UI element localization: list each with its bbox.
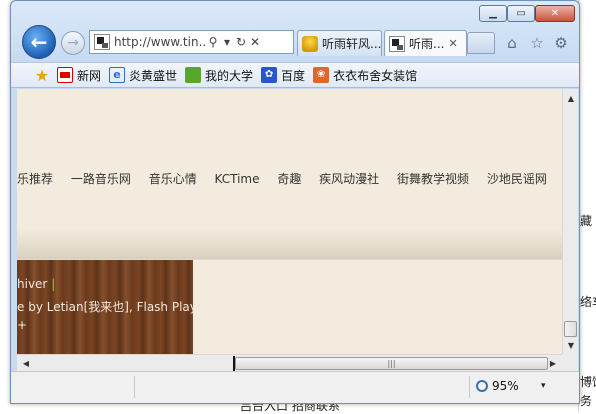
favorites-item[interactable]: 我的大学	[185, 67, 253, 84]
tab-2-active[interactable]: 听雨... ✕	[384, 30, 467, 56]
page-viewport: 乐推荐 一路音乐网 音乐心情 KCTime 奇趣 疾风动漫社 街舞教学视频 沙地…	[17, 89, 562, 354]
maximize-button[interactable]: ▭	[507, 5, 535, 22]
scroll-down-arrow-icon[interactable]: ▼	[564, 337, 578, 353]
new-tab-button[interactable]	[467, 32, 495, 54]
wood-panel: hiver | e by Letian[我来也], Flash Player +	[17, 260, 209, 354]
tools-gear-icon[interactable]: ⚙	[552, 34, 570, 52]
background-text: 藏	[580, 214, 593, 228]
forward-arrow-icon: →	[67, 35, 79, 51]
baidu-icon: ✿	[261, 67, 278, 83]
header-band	[17, 229, 562, 260]
favorites-item[interactable]: ✿ 百度	[261, 67, 305, 84]
favorites-bar: ★ 新网 e 炎黄盛世 我的大学 ✿ 百度 ❀ 衣衣布舍女装馆	[11, 62, 579, 88]
site-favicon-icon	[94, 34, 110, 50]
favorites-star-icon[interactable]: ☆	[528, 34, 546, 52]
nav-link[interactable]: 一路音乐网	[71, 172, 131, 186]
scroll-up-arrow-icon[interactable]: ▲	[564, 90, 578, 106]
nav-link[interactable]: 音乐心情	[149, 172, 197, 186]
back-button[interactable]: ←	[22, 25, 56, 59]
search-icon[interactable]: ⚲	[206, 35, 220, 49]
favorites-item-label: 新网	[77, 68, 102, 83]
zoom-magnifier-icon	[476, 380, 488, 392]
sina-icon	[57, 67, 73, 83]
scroll-right-arrow-icon[interactable]: ▶	[545, 356, 561, 371]
favorites-item[interactable]: 新网	[57, 67, 101, 84]
forward-button[interactable]: →	[61, 31, 85, 55]
wood-text-line: +	[17, 318, 28, 332]
nav-link[interactable]: 疾风动漫社	[319, 172, 379, 186]
shop-icon: ❀	[313, 67, 330, 83]
wood-text-line: hiver |	[17, 277, 55, 291]
address-dropdown-icon[interactable]: ▾	[220, 35, 234, 49]
background-text: 务	[580, 394, 593, 408]
background-right-strip	[578, 0, 596, 411]
tab-title: 听雨轩风...	[322, 37, 382, 51]
archive-link[interactable]: hiver	[17, 277, 47, 291]
status-divider	[134, 376, 135, 398]
address-bar[interactable]: http://www.tin... ⚲ ▾ ↻ ✕	[89, 30, 294, 54]
scroll-left-arrow-icon[interactable]: ◀	[18, 356, 34, 371]
close-window-button[interactable]: ✕	[535, 5, 575, 22]
background-text: 博饼	[580, 375, 596, 389]
vertical-scroll-thumb[interactable]	[564, 321, 577, 337]
zoom-control[interactable]: 95%	[476, 379, 519, 393]
site-nav-links: 乐推荐 一路音乐网 音乐心情 KCTime 奇趣 疾风动漫社 街舞教学视频 沙地…	[17, 170, 561, 187]
background-text: 络车	[580, 295, 596, 309]
favorites-item[interactable]: e 炎黄盛世	[109, 67, 177, 84]
nav-link[interactable]: KCTime	[215, 172, 260, 186]
refresh-icon[interactable]: ↻	[234, 35, 248, 49]
back-arrow-icon: ←	[30, 30, 48, 54]
address-url[interactable]: http://www.tin...	[114, 35, 206, 49]
nav-link[interactable]: 街舞教学视频	[397, 172, 469, 186]
nav-link[interactable]: 奇趣	[277, 172, 301, 186]
horizontal-scrollbar[interactable]: ◀ ||| ▶	[17, 354, 562, 371]
site-favicon-icon	[389, 35, 405, 52]
status-divider	[469, 376, 470, 398]
credit-text: e by Letian[我来也], Flash Player	[17, 300, 210, 314]
tab-1[interactable]: 听雨轩风...	[297, 30, 382, 56]
chat-icon	[185, 67, 202, 83]
zoom-dropdown-icon[interactable]: ▾	[541, 381, 546, 391]
browser-window: ▁ ▭ ✕ ← → http://www.tin... ⚲ ▾ ↻ ✕ 听雨轩风…	[10, 0, 580, 404]
scrollbar-corner	[562, 354, 578, 371]
favorites-item-label: 炎黄盛世	[129, 68, 178, 83]
stop-icon[interactable]: ✕	[248, 35, 262, 49]
home-icon[interactable]: ⌂	[503, 34, 521, 52]
trophy-icon	[302, 35, 318, 52]
zoom-level: 95%	[492, 379, 519, 393]
add-favorites-star-icon[interactable]: ★	[33, 66, 51, 85]
close-tab-icon[interactable]: ✕	[448, 37, 457, 50]
favorites-item-label: 百度	[281, 68, 306, 83]
minimize-button[interactable]: ▁	[479, 5, 507, 22]
favorites-item-label: 衣衣布舍女装馆	[333, 68, 418, 83]
status-bar: 95% ▾	[11, 371, 579, 403]
nav-link[interactable]: 沙地民谣网	[487, 172, 547, 186]
ie-icon: e	[109, 67, 126, 83]
nav-link[interactable]: 乐推荐	[17, 172, 53, 186]
separator: |	[51, 277, 56, 291]
favorites-item[interactable]: ❀ 衣衣布舍女装馆	[313, 67, 417, 84]
vertical-scrollbar[interactable]: ▲ ▼	[562, 89, 578, 354]
tab-title: 听雨...	[409, 37, 445, 51]
favorites-item-label: 我的大学	[205, 68, 254, 83]
horizontal-scroll-thumb[interactable]: |||	[235, 357, 548, 370]
